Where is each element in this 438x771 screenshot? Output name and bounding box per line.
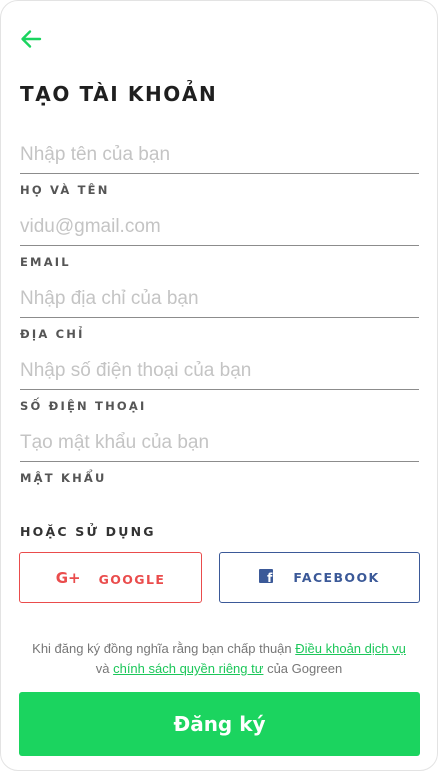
terms-middle: và [95,661,114,676]
terms-text: Khi đăng ký đồng nghĩa rằng bạn chấp thu… [0,639,438,679]
name-input[interactable] [20,138,419,174]
name-label: HỌ VÀ TÊN [20,183,110,197]
phone-input[interactable] [20,354,419,390]
email-label: EMAIL [20,255,71,269]
phone-field-group: SỐ ĐIỆN THOẠI [20,354,419,413]
google-button-label: GOOGLE [98,571,166,587]
facebook-icon: f [259,568,274,585]
facebook-button-label: FACEBOOK [293,570,380,585]
password-input[interactable] [20,426,419,462]
terms-prefix: Khi đăng ký đồng nghĩa rằng bạn chấp thu… [32,641,296,656]
address-field-group: ĐỊA CHỈ [20,282,419,341]
password-label: MẬT KHẨU [20,471,107,485]
address-input[interactable] [20,282,419,318]
terms-of-service-link[interactable]: Điều khoản dịch vụ [295,641,406,656]
google-plus-icon: G+ [55,568,81,587]
signup-button[interactable]: Đăng ký [19,692,420,756]
email-field-group: EMAIL [20,210,419,269]
page-title: TẠO TÀI KHOẢN [20,82,218,106]
google-login-button[interactable]: G+ GOOGLE [19,552,202,603]
privacy-policy-link[interactable]: chính sách quyền riêng tư [113,661,263,676]
arrow-left-icon [21,30,42,48]
facebook-login-button[interactable]: f FACEBOOK [219,552,420,603]
back-button[interactable] [18,26,44,52]
phone-label: SỐ ĐIỆN THOẠI [20,399,147,413]
facebook-icon-letter: f [267,570,273,585]
address-label: ĐỊA CHỈ [20,327,85,341]
password-field-group: MẬT KHẨU [20,426,419,485]
terms-suffix: của Gogreen [263,661,343,676]
email-input[interactable] [20,210,419,246]
name-field-group: HỌ VÀ TÊN [20,138,419,197]
social-login-label: HOẶC SỬ DỤNG [20,524,156,539]
